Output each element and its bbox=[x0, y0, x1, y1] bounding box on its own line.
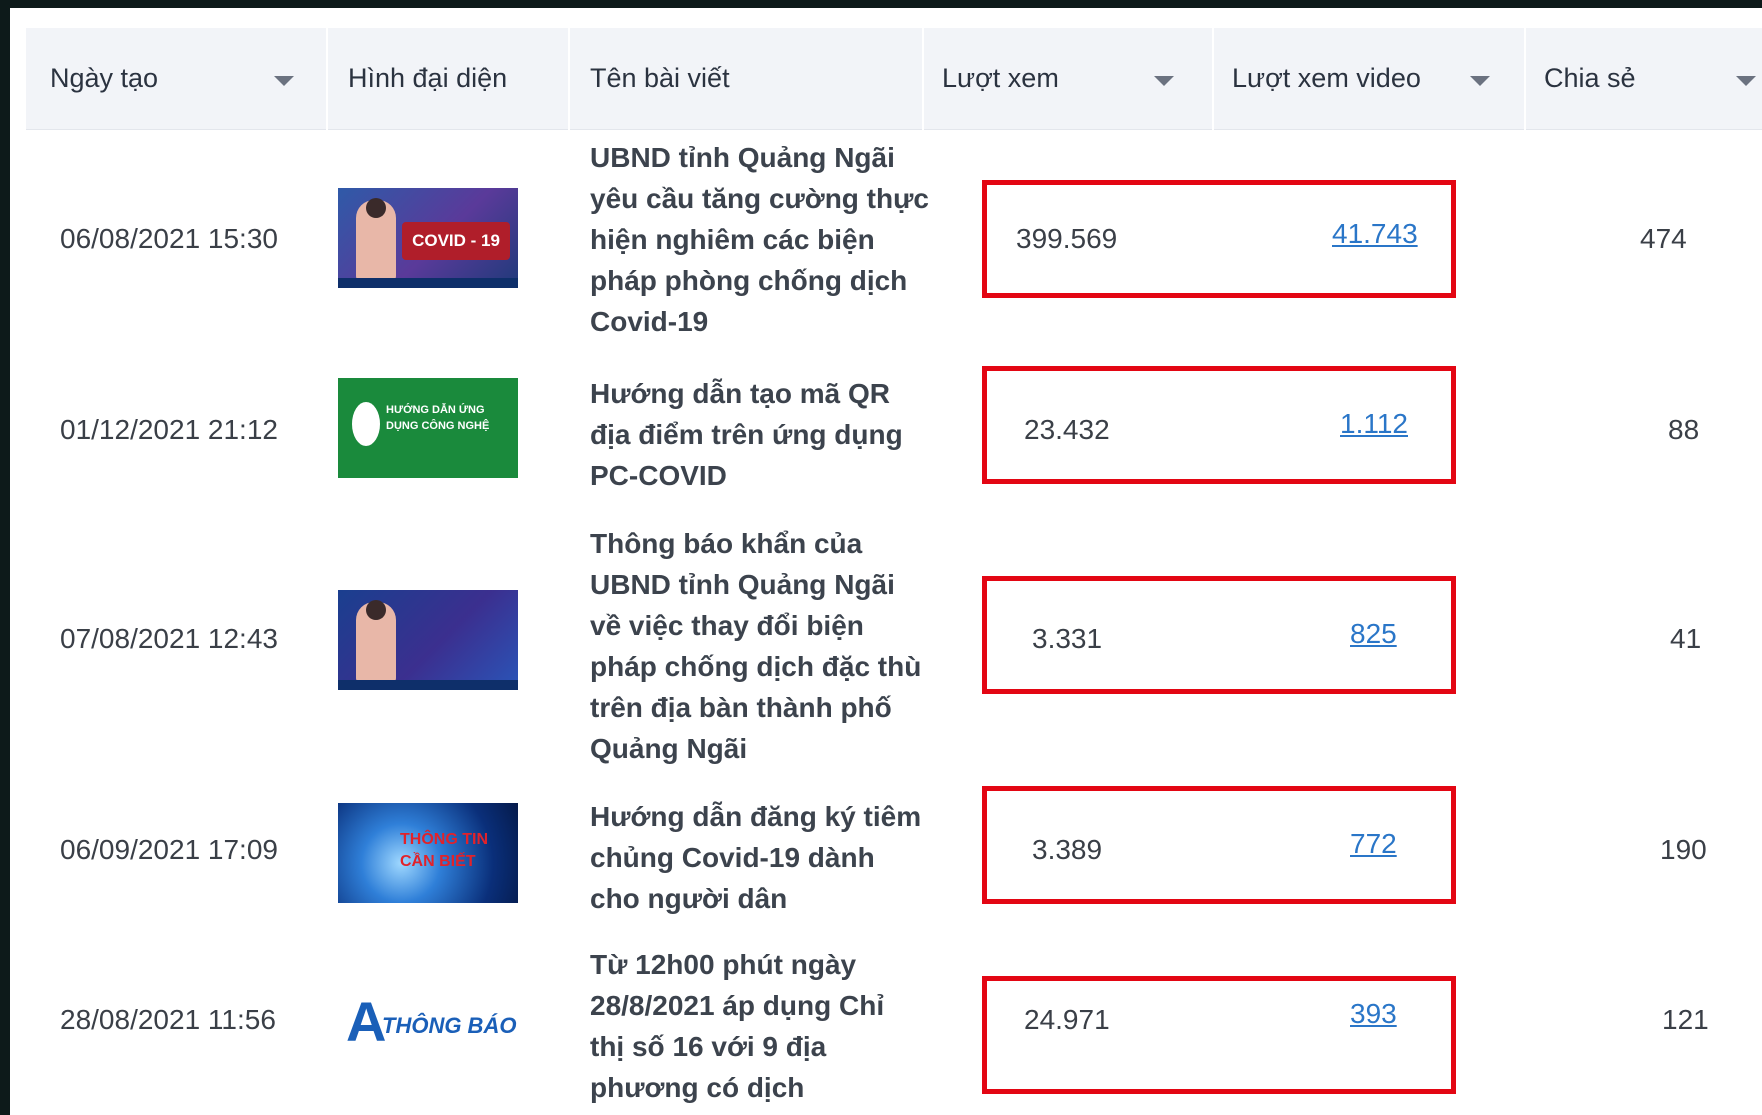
views-value: 3.389 bbox=[1032, 834, 1103, 865]
video-views-link[interactable]: 772 bbox=[1350, 828, 1397, 860]
title-line: trên địa bàn thành phố bbox=[590, 692, 892, 723]
shares-value: 474 bbox=[1640, 223, 1687, 254]
video-views-link[interactable]: 1.112 bbox=[1340, 408, 1408, 440]
globe-news-thumbnail[interactable]: THÔNG TIN CẦN BIẾT bbox=[338, 803, 518, 903]
shares-value: 41 bbox=[1670, 623, 1702, 654]
header-created-date[interactable]: Ngày tạo bbox=[26, 28, 326, 130]
presenter-figure bbox=[356, 198, 396, 282]
announcement-logo-icon: A bbox=[346, 990, 387, 1053]
title-line: Hướng dẫn tạo mã QR bbox=[590, 378, 890, 409]
video-views-link[interactable]: 825 bbox=[1350, 618, 1397, 650]
video-views-link[interactable]: 393 bbox=[1350, 998, 1397, 1030]
header-views[interactable]: Lượt xem bbox=[924, 28, 1212, 130]
views-value: 3.331 bbox=[1032, 623, 1103, 654]
header-video-views[interactable]: Lượt xem video bbox=[1214, 28, 1524, 130]
title-line: 28/8/2021 áp dụng Chỉ bbox=[590, 990, 885, 1021]
sort-caret-icon[interactable] bbox=[1470, 76, 1490, 86]
sort-caret-icon[interactable] bbox=[1736, 76, 1756, 86]
window-frame-left bbox=[0, 0, 10, 1115]
header-article-title-label: Tên bài viết bbox=[590, 63, 730, 93]
title-line: Quảng Ngãi bbox=[590, 733, 748, 764]
announcement-thumbnail[interactable]: A THÔNG BÁO bbox=[338, 973, 518, 1073]
created-date: 06/09/2021 17:09 bbox=[60, 834, 278, 865]
thumbnail-caption: HƯỚNG DẪN ỨNG DỤNG CÔNG NGHỆ bbox=[386, 404, 490, 432]
title-line: địa điểm trên ứng dụng bbox=[590, 419, 903, 450]
views-value: 24.971 bbox=[1024, 1004, 1110, 1035]
title-line: Hướng dẫn đăng ký tiêm bbox=[590, 801, 922, 832]
article-title-link[interactable]: Thông báo khẩn của UBND tỉnh Quảng Ngãi … bbox=[590, 523, 921, 769]
title-line: yêu cầu tăng cường thực bbox=[590, 183, 929, 214]
header-article-title: Tên bài viết bbox=[570, 28, 922, 130]
article-title-link[interactable]: Từ 12h00 phút ngày 28/8/2021 áp dụng Chỉ… bbox=[590, 944, 884, 1108]
thumbnail-strip bbox=[338, 680, 518, 690]
title-line: thị số 16 với 9 địa bbox=[590, 1031, 827, 1062]
article-title-link[interactable]: Hướng dẫn đăng ký tiêm chủng Covid-19 dà… bbox=[590, 796, 921, 919]
header-thumbnail: Hình đại diện bbox=[328, 28, 568, 130]
title-line: chủng Covid-19 dành bbox=[590, 842, 875, 873]
covid-video-thumbnail[interactable]: COVID - 19 bbox=[338, 188, 518, 288]
presenter-figure bbox=[356, 600, 396, 684]
title-line: về việc thay đổi biện bbox=[590, 610, 864, 641]
created-date: 28/08/2021 11:56 bbox=[60, 1004, 276, 1035]
views-value: 23.432 bbox=[1024, 414, 1110, 445]
header-video-views-label: Lượt xem video bbox=[1232, 63, 1421, 93]
title-line: pháp phòng chống dịch bbox=[590, 265, 908, 296]
title-line: cho người dân bbox=[590, 883, 788, 914]
shares-value: 190 bbox=[1660, 834, 1707, 865]
title-line: Từ 12h00 phút ngày bbox=[590, 949, 857, 980]
title-line: UBND tỉnh Quảng Ngãi bbox=[590, 569, 895, 600]
title-line: pháp chống dịch đặc thù bbox=[590, 651, 922, 682]
title-line: Thông báo khẩn của bbox=[590, 528, 863, 559]
video-views-link[interactable]: 41.743 bbox=[1332, 218, 1418, 250]
article-title-link[interactable]: Hướng dẫn tạo mã QR địa điểm trên ứng dụ… bbox=[590, 373, 903, 496]
title-line: Covid-19 bbox=[590, 306, 709, 337]
title-line: hiện nghiêm các biện bbox=[590, 224, 875, 255]
thumbnail-caption: THÔNG TIN CẦN BIẾT bbox=[400, 831, 488, 870]
header-shares-label: Chia sẻ bbox=[1544, 63, 1636, 93]
header-views-label: Lượt xem bbox=[942, 63, 1059, 93]
created-date: 07/08/2021 12:43 bbox=[60, 623, 278, 654]
article-stats-table: Ngày tạo Hình đại diện Tên bài viết Lượt… bbox=[10, 8, 1762, 1115]
header-thumbnail-label: Hình đại diện bbox=[348, 63, 508, 93]
thumbnail-caption: COVID - 19 bbox=[402, 222, 510, 260]
header-shares[interactable]: Chia sẻ bbox=[1526, 28, 1762, 130]
created-date: 06/08/2021 15:30 bbox=[60, 223, 278, 254]
window-frame-top bbox=[0, 0, 1762, 8]
shares-value: 121 bbox=[1662, 1004, 1709, 1035]
header-created-date-label: Ngày tạo bbox=[50, 63, 159, 93]
views-value: 399.569 bbox=[1016, 223, 1118, 254]
sort-caret-icon[interactable] bbox=[1154, 76, 1174, 86]
news-video-thumbnail[interactable] bbox=[338, 590, 518, 690]
sort-caret-icon[interactable] bbox=[274, 76, 294, 86]
shares-value: 88 bbox=[1668, 414, 1700, 445]
article-title-link[interactable]: UBND tỉnh Quảng Ngãi yêu cầu tăng cường … bbox=[590, 137, 929, 342]
guide-logo-icon bbox=[352, 402, 380, 446]
title-line: phương có dịch bbox=[590, 1072, 805, 1103]
title-line: UBND tỉnh Quảng Ngãi bbox=[590, 142, 895, 173]
thumbnail-caption: THÔNG BÁO bbox=[382, 1013, 517, 1038]
created-date: 01/12/2021 21:12 bbox=[60, 414, 278, 445]
thumbnail-strip bbox=[338, 278, 518, 288]
title-line: PC-COVID bbox=[590, 460, 727, 491]
tech-guide-thumbnail[interactable]: HƯỚNG DẪN ỨNG DỤNG CÔNG NGHỆ bbox=[338, 378, 518, 478]
